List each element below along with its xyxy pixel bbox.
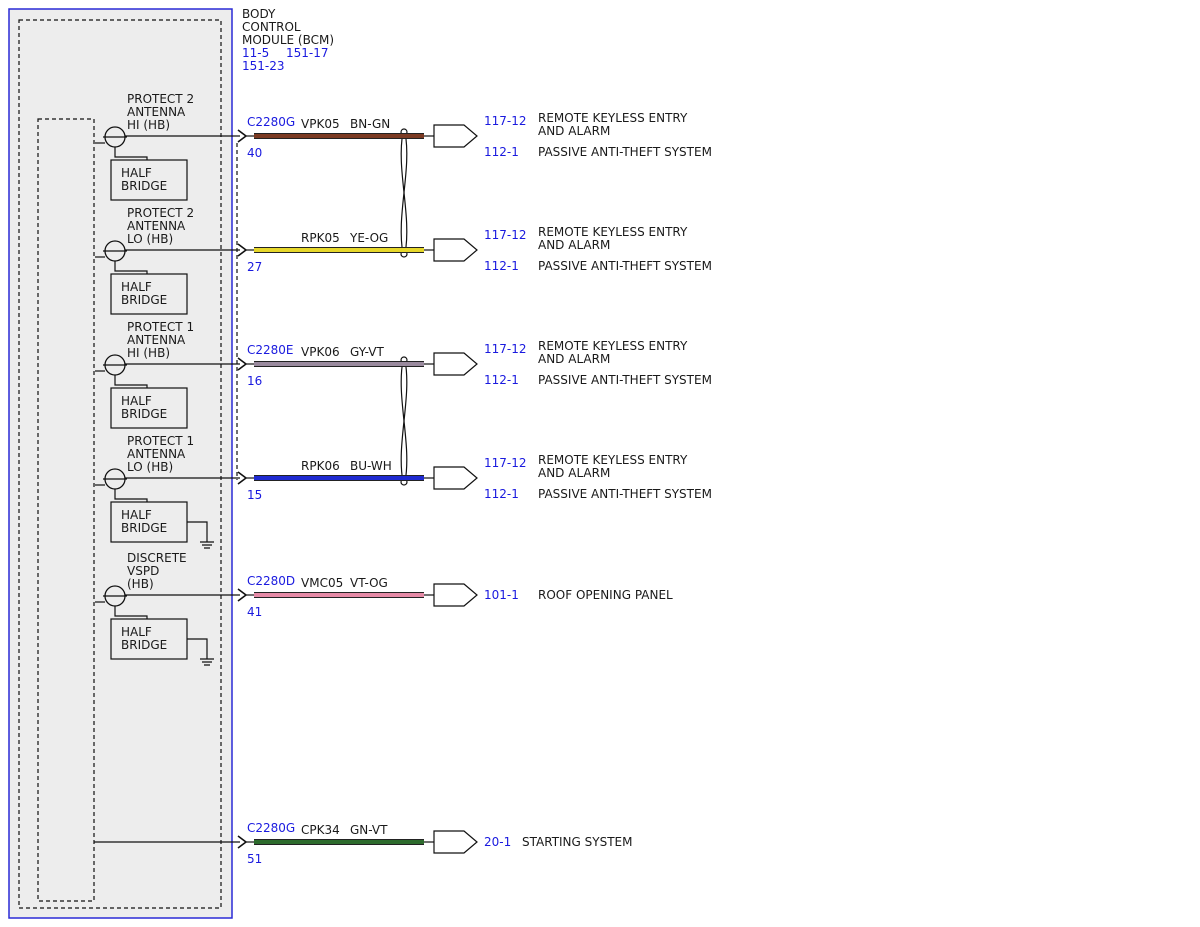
half-bridge-label-line: BRIDGE [121, 521, 167, 535]
module-title-line-2: CONTROL [242, 20, 301, 34]
destination-label-line: REMOTE KEYLESS ENTRY [538, 453, 688, 467]
twisted-pair-1 [400, 128, 408, 258]
half-bridge-label-line: HALF [121, 166, 152, 180]
destination-ref[interactable]: 117-12 [484, 228, 527, 242]
half-bridge-label-line: BRIDGE [121, 293, 167, 307]
destination-label-line: REMOTE KEYLESS ENTRY [538, 111, 688, 125]
signal-label-line: HI (HB) [127, 346, 170, 360]
half-bridge-label-line: BRIDGE [121, 407, 167, 421]
destination-ref[interactable]: 112-1 [484, 145, 519, 159]
wire-color-code: GY-VT [350, 345, 384, 359]
connector-label[interactable]: C2280E [247, 343, 294, 357]
pin-number[interactable]: 41 [247, 605, 262, 619]
destination-ref[interactable]: 117-12 [484, 342, 527, 356]
half-bridge-label-line: HALF [121, 280, 152, 294]
signal-label-line: HI (HB) [127, 118, 170, 132]
connector-label[interactable]: C2280G [247, 115, 295, 129]
destination-ref[interactable]: 112-1 [484, 487, 519, 501]
wire-color-code: BU-WH [350, 459, 392, 473]
pin-number[interactable]: 27 [247, 260, 262, 274]
signal-label-line: PROTECT 1 [127, 434, 194, 448]
destination-label-line: PASSIVE ANTI-THEFT SYSTEM [538, 145, 712, 159]
page-link-arrow-icon[interactable] [433, 352, 478, 376]
signal-label-line: LO (HB) [127, 460, 173, 474]
destination-ref[interactable]: 101-1 [484, 588, 519, 602]
circuit-id: CPK34 [301, 823, 340, 837]
page-link-arrow-icon[interactable] [433, 124, 478, 148]
pin-number[interactable]: 40 [247, 146, 262, 160]
module-ref-1[interactable]: 11-5 [242, 46, 269, 60]
circuit-id: RPK05 [301, 231, 340, 245]
destination-label-line: AND ALARM [538, 352, 610, 366]
wire-color-code: BN-GN [350, 117, 390, 131]
page-link-arrow-icon[interactable] [433, 583, 478, 607]
destination-label-line: REMOTE KEYLESS ENTRY [538, 225, 688, 239]
half-bridge-label-line: BRIDGE [121, 638, 167, 652]
page-link-arrow-icon[interactable] [433, 830, 478, 854]
half-bridge-label-line: HALF [121, 508, 152, 522]
signal-label-line: PROTECT 1 [127, 320, 194, 334]
signal-label-line: PROTECT 2 [127, 92, 194, 106]
destination-label-line: PASSIVE ANTI-THEFT SYSTEM [538, 259, 712, 273]
destination-ref[interactable]: 112-1 [484, 373, 519, 387]
signal-label-line: ANTENNA [127, 219, 186, 233]
destination-ref[interactable]: 117-12 [484, 456, 527, 470]
module-ref-2[interactable]: 151-17 [286, 46, 329, 60]
destination-label-line: PASSIVE ANTI-THEFT SYSTEM [538, 487, 712, 501]
half-bridge-label-line: HALF [121, 625, 152, 639]
signal-label-line: ANTENNA [127, 333, 186, 347]
circuit-id: VPK06 [301, 345, 340, 359]
signal-label-line: DISCRETE [127, 551, 187, 565]
destination-ref[interactable]: 112-1 [484, 259, 519, 273]
signal-label-line: ANTENNA [127, 105, 186, 119]
connector-label[interactable]: C2280D [247, 574, 295, 588]
page-link-arrow-icon[interactable] [433, 238, 478, 262]
destination-label-line: AND ALARM [538, 124, 610, 138]
module-ref-3[interactable]: 151-23 [242, 59, 285, 73]
circuit-id: RPK06 [301, 459, 340, 473]
destination-label-line: PASSIVE ANTI-THEFT SYSTEM [538, 373, 712, 387]
half-bridge-label-line: BRIDGE [121, 179, 167, 193]
signal-label-line: VSPD [127, 564, 159, 578]
signal-label-line: (HB) [127, 577, 154, 591]
signal-label-line: LO (HB) [127, 232, 173, 246]
destination-label-line: REMOTE KEYLESS ENTRY [538, 339, 688, 353]
destination-label-line: AND ALARM [538, 238, 610, 252]
wiring-diagram: BODY CONTROL MODULE (BCM) 11-5 151-17 15… [8, 7, 712, 919]
module-title-line-1: BODY [242, 7, 276, 21]
circuit-id: VPK05 [301, 117, 340, 131]
wire-color-code: VT-OG [350, 576, 388, 590]
connector-label[interactable]: C2280G [247, 821, 295, 835]
pin-number[interactable]: 16 [247, 374, 262, 388]
half-bridge-label-line: HALF [121, 394, 152, 408]
circuit-id: VMC05 [301, 576, 343, 590]
wire-color-code: GN-VT [350, 823, 388, 837]
destination-label-line: AND ALARM [538, 466, 610, 480]
pin-number[interactable]: 51 [247, 852, 262, 866]
page-link-arrow-icon[interactable] [433, 466, 478, 490]
module-title-line-3: MODULE (BCM) [242, 33, 334, 47]
wire-color-code: YE-OG [349, 231, 388, 245]
destination-label-line: ROOF OPENING PANEL [538, 588, 673, 602]
destination-label-line: STARTING SYSTEM [522, 835, 632, 849]
pin-number[interactable]: 15 [247, 488, 262, 502]
twisted-pair-2 [400, 356, 408, 486]
signal-label-line: ANTENNA [127, 447, 186, 461]
destination-ref[interactable]: 20-1 [484, 835, 511, 849]
destination-ref[interactable]: 117-12 [484, 114, 527, 128]
module-title: BODY CONTROL MODULE (BCM) [242, 7, 334, 47]
signal-label-line: PROTECT 2 [127, 206, 194, 220]
